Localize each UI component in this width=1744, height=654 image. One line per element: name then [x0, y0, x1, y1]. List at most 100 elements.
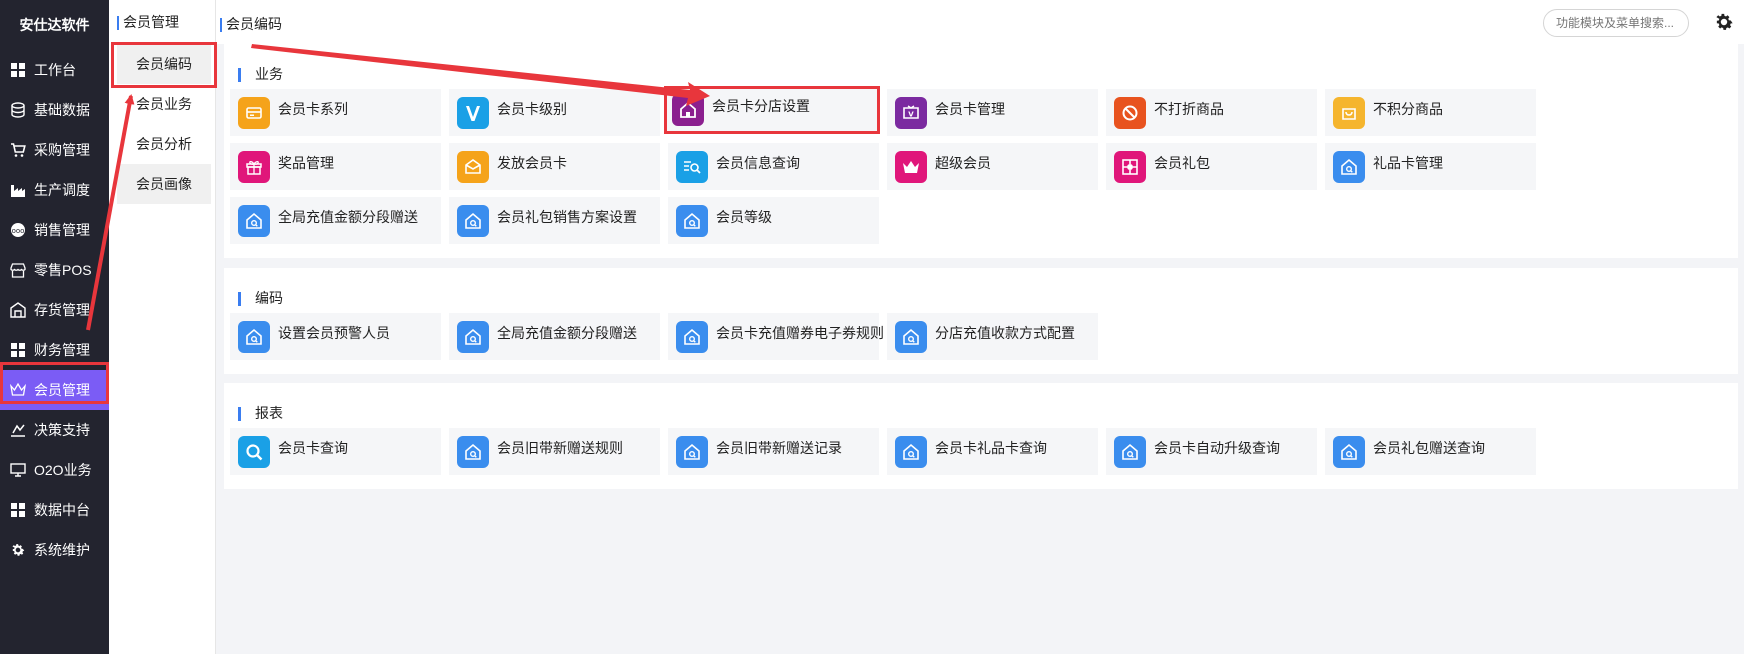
sales-icon: ooo [10, 222, 26, 238]
module-tile[interactable]: 会员等级 [668, 197, 879, 244]
module-tile[interactable]: V 会员卡管理 [887, 89, 1098, 136]
sidebar-item[interactable]: O2O业务 [0, 450, 109, 490]
sidebar-item[interactable]: 决策支持 [0, 410, 109, 450]
tile-label: 全局充值金额分段赠送 [497, 325, 637, 341]
submenu-item[interactable]: 会员业务 [117, 84, 211, 124]
breadcrumb-label: 会员编码 [226, 16, 282, 32]
module-tile[interactable]: 会员卡礼品卡查询 [887, 428, 1098, 475]
module-tile[interactable]: 超级会员 [887, 143, 1098, 190]
monitor-icon [10, 462, 26, 478]
breadcrumb: 会员编码 [220, 14, 282, 34]
sidebar-item[interactable]: 生产调度 [0, 170, 109, 210]
home-search-icon [238, 205, 270, 237]
module-tile[interactable]: 会员旧带新赠送记录 [668, 428, 879, 475]
home-search-icon [676, 321, 708, 353]
card-icon [238, 97, 270, 129]
main-sidebar: 安仕达软件 工作台 基础数据 采购管理 生产调度 ooo 销售管理 零售POS 存货管理 财务管… [0, 0, 109, 654]
module-tile[interactable]: 礼品卡管理 [1325, 143, 1536, 190]
sidebar-item-label: 财务管理 [34, 342, 90, 358]
module-tile[interactable]: 会员礼包赠送查询 [1325, 428, 1536, 475]
tile-label: 会员旧带新赠送规则 [497, 440, 623, 456]
tile-label: 全局充值金额分段赠送 [278, 209, 418, 225]
module-tile[interactable]: 会员卡级别 [449, 89, 660, 136]
sidebar-item[interactable]: 存货管理 [0, 290, 109, 330]
tile-label: 会员卡管理 [935, 101, 1005, 117]
submenu-item[interactable]: 会员编码 [117, 44, 211, 84]
tile-label: 会员礼包赠送查询 [1373, 440, 1485, 456]
tile-label: 会员信息查询 [716, 155, 800, 171]
warehouse-icon [10, 302, 26, 318]
search-input[interactable] [1543, 9, 1689, 37]
module-tile[interactable]: 会员礼包 [1106, 143, 1317, 190]
tile-label: 会员卡级别 [497, 101, 567, 117]
module-tile[interactable]: 会员卡自动升级查询 [1106, 428, 1317, 475]
sidebar-item-label: 会员管理 [34, 382, 90, 398]
home-icon [672, 94, 704, 126]
sidebar-item-label: 存货管理 [34, 302, 90, 318]
module-tile[interactable]: 会员礼包销售方案设置 [449, 197, 660, 244]
search-icon [238, 436, 270, 468]
store-icon [10, 262, 26, 278]
section-title-label: 编码 [255, 290, 283, 306]
sidebar-item-label: 采购管理 [34, 142, 90, 158]
sidebar-item-label: 基础数据 [34, 102, 90, 118]
module-tile[interactable]: 分店充值收款方式配置 [887, 313, 1098, 360]
tile-label: 分店充值收款方式配置 [935, 325, 1075, 341]
sidebar-item[interactable]: ooo 销售管理 [0, 210, 109, 250]
tile-label: 超级会员 [935, 155, 991, 171]
submenu-item[interactable]: 会员分析 [117, 124, 211, 164]
sidebar-item[interactable]: 系统维护 [0, 530, 109, 570]
module-tile[interactable]: 会员卡分店设置 [664, 86, 880, 134]
svg-text:V: V [908, 111, 914, 119]
sidebar-item-label: 零售POS [34, 262, 92, 278]
home-search-icon [676, 205, 708, 237]
module-tile[interactable]: 不积分商品 [1325, 89, 1536, 136]
module-tile[interactable]: 会员信息查询 [668, 143, 879, 190]
factory-icon [10, 182, 26, 198]
sidebar-item[interactable]: 数据中台 [0, 490, 109, 530]
chart-icon [10, 422, 26, 438]
section-title-label: 报表 [255, 405, 283, 421]
tile-label: 会员旧带新赠送记录 [716, 440, 842, 456]
grid-icon [10, 342, 26, 358]
submenu-title: 会员管理 [109, 0, 215, 44]
sidebar-item[interactable]: 基础数据 [0, 90, 109, 130]
module-tile[interactable]: 奖品管理 [230, 143, 441, 190]
sidebar-item[interactable]: 财务管理 [0, 330, 109, 370]
sidebar-item-label: 数据中台 [34, 502, 90, 518]
home-search-icon [895, 436, 927, 468]
module-tile[interactable]: 发放会员卡 [449, 143, 660, 190]
tile-label: 会员卡系列 [278, 101, 348, 117]
gear-icon [10, 542, 26, 558]
home-search-icon [1333, 436, 1365, 468]
module-tile[interactable]: 全局充值金额分段赠送 [449, 313, 660, 360]
grid-icon [10, 62, 26, 78]
module-tile[interactable]: 会员卡查询 [230, 428, 441, 475]
module-tile[interactable]: 全局充值金额分段赠送 [230, 197, 441, 244]
submenu-item[interactable]: 会员画像 [117, 164, 211, 204]
sidebar-item-label: 销售管理 [34, 222, 90, 238]
sidebar-item[interactable]: 零售POS [0, 250, 109, 290]
package-icon [1114, 151, 1146, 183]
module-tile[interactable]: 会员旧带新赠送规则 [449, 428, 660, 475]
sidebar-item[interactable]: 会员管理 [0, 370, 109, 410]
no-icon [1114, 97, 1146, 129]
sidebar-item[interactable]: 工作台 [0, 50, 109, 90]
tile-label: 会员卡礼品卡查询 [935, 440, 1047, 456]
settings-gear-icon[interactable] [1713, 11, 1735, 33]
module-tile[interactable]: 会员卡系列 [230, 89, 441, 136]
bag-icon [1333, 97, 1365, 129]
tile-label: 会员卡自动升级查询 [1154, 440, 1280, 456]
sidebar-item[interactable]: 采购管理 [0, 130, 109, 170]
tile-label: 会员礼包 [1154, 155, 1210, 171]
module-tile[interactable]: 设置会员预警人员 [230, 313, 441, 360]
tile-label: 会员卡查询 [278, 440, 348, 456]
home-search-icon [676, 436, 708, 468]
tile-label: 奖品管理 [278, 155, 334, 171]
gift-icon [238, 151, 270, 183]
tile-label: 发放会员卡 [497, 155, 567, 171]
tile-label: 会员等级 [716, 209, 772, 225]
module-tile[interactable]: 会员卡充值赠券电子券规则 [668, 313, 884, 360]
home-search-icon [457, 205, 489, 237]
module-tile[interactable]: 不打折商品 [1106, 89, 1317, 136]
